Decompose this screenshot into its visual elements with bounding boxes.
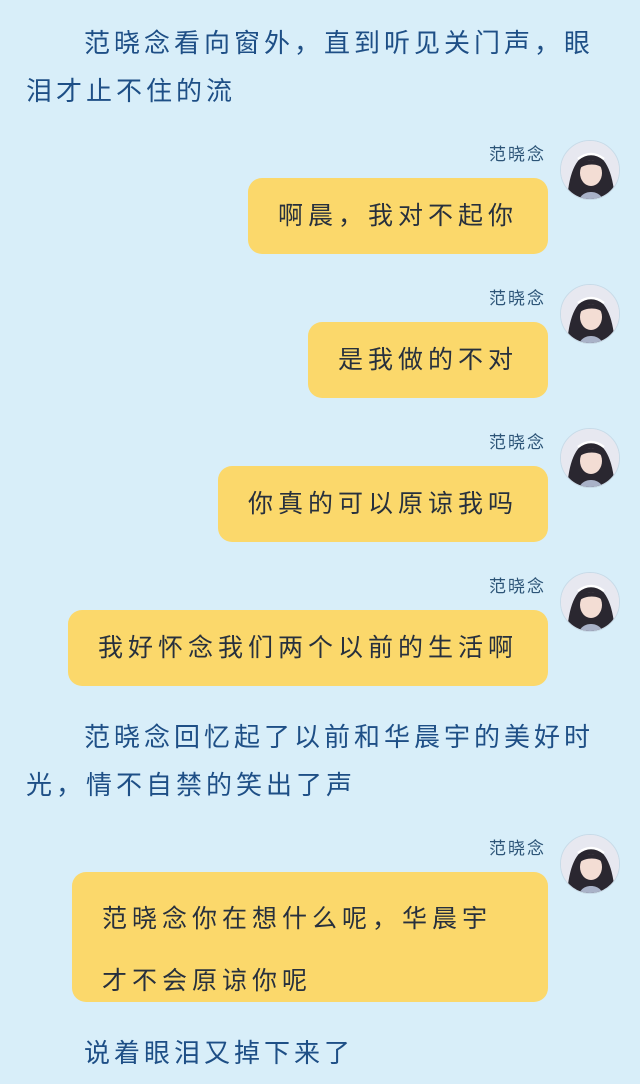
sender-name: 范晓念 [489,839,546,859]
message-bubble: 啊晨，我对不起你 [247,178,548,254]
avatar-girl-portrait-icon [561,835,619,893]
avatar-girl-portrait-icon [561,285,619,343]
avatar[interactable] [560,428,620,488]
narration-text: 说着眼泪又掉下来了 [84,1039,355,1069]
message-bubble: 范晓念你在想什么呢，华晨宇才不会原谅你呢 [72,872,548,1002]
avatar[interactable] [560,572,620,632]
narration-text: 范晓念看向窗外，直到听见关门声，眼泪才止不住的流 [26,29,595,107]
avatar[interactable] [560,140,620,200]
avatar[interactable] [560,284,620,344]
sender-name: 范晓念 [489,145,546,165]
narration-text: 范晓念回忆起了以前和华晨宇的美好时光，情不自禁的笑出了声 [26,723,595,801]
avatar-girl-portrait-icon [561,429,619,487]
sender-name: 范晓念 [489,577,546,597]
avatar[interactable] [560,834,620,894]
sender-name: 范晓念 [489,289,546,309]
message-bubble: 是我做的不对 [307,322,548,398]
message-bubble: 你真的可以原谅我吗 [217,466,548,542]
avatar-girl-portrait-icon [561,573,619,631]
sender-name: 范晓念 [489,433,546,453]
message-bubble: 我好怀念我们两个以前的生活啊 [67,610,548,686]
avatar-girl-portrait-icon [561,141,619,199]
